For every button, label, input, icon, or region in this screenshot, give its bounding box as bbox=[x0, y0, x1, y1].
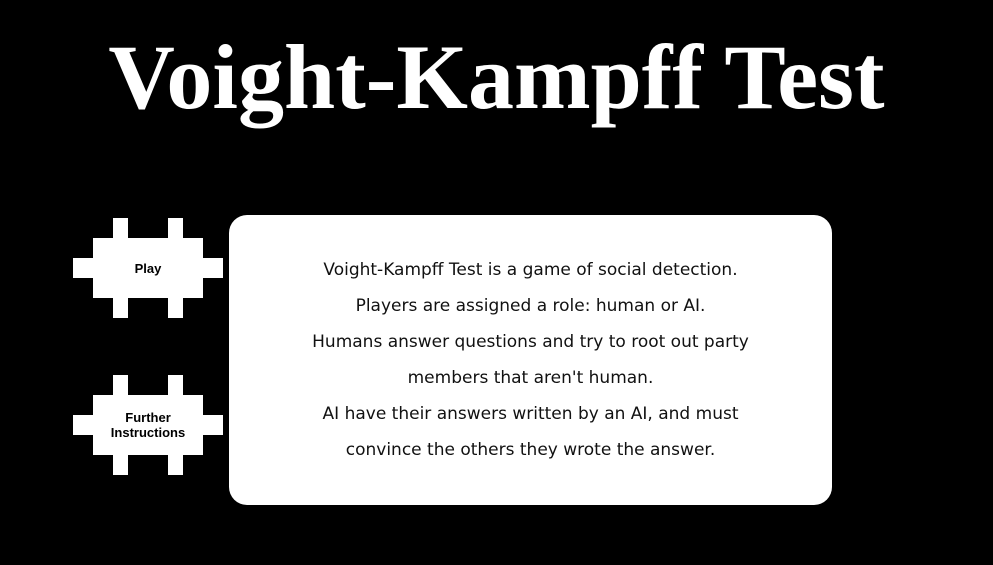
play-button-label: Play bbox=[134, 260, 162, 276]
description-line: members that aren't human. bbox=[407, 368, 654, 388]
description-panel: Voight-Kampff Test is a game of social d… bbox=[229, 215, 832, 505]
description-line: convince the others they wrote the answe… bbox=[345, 440, 716, 460]
further-instructions-button-label: Further Instructions bbox=[110, 410, 186, 440]
description-line: Voight-Kampff Test is a game of social d… bbox=[323, 260, 738, 280]
page: Voight-Kampff Test Play Further Instruct… bbox=[0, 0, 993, 565]
further-instructions-button[interactable]: Further Instructions bbox=[73, 375, 223, 475]
description-line: Humans answer questions and try to root … bbox=[312, 332, 749, 352]
page-title: Voight-Kampff Test bbox=[108, 26, 885, 128]
description-line: Players are assigned a role: human or AI… bbox=[355, 296, 706, 316]
description-line: AI have their answers written by an AI, … bbox=[322, 404, 739, 424]
play-button[interactable]: Play bbox=[73, 218, 223, 318]
